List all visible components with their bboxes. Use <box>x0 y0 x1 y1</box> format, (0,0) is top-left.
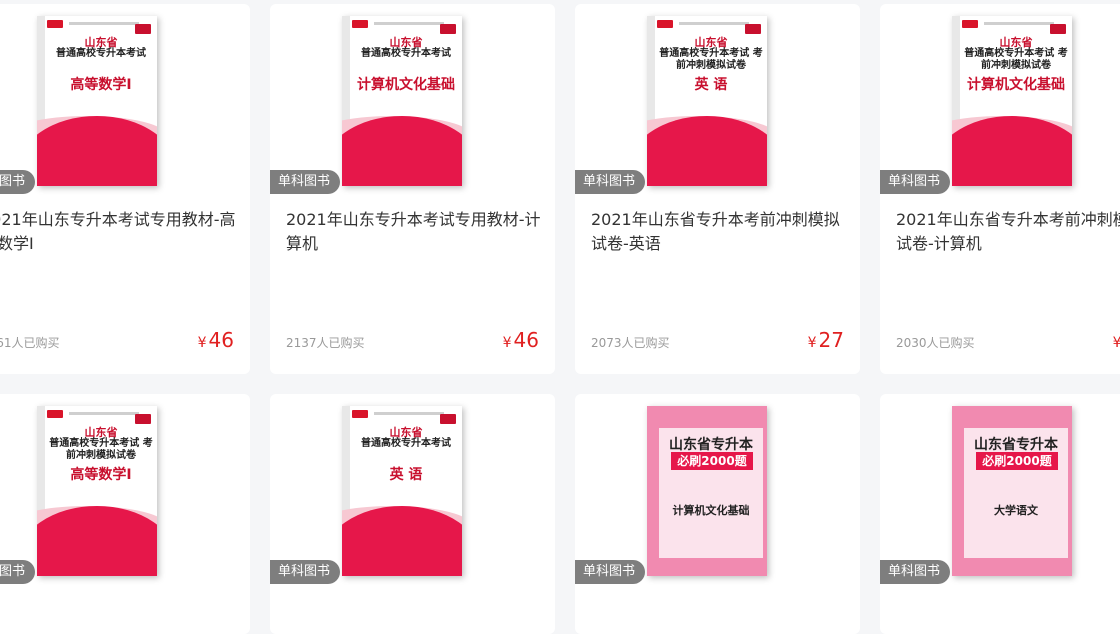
currency-symbol: ¥ <box>807 335 817 351</box>
currency-symbol: ¥ <box>502 335 512 351</box>
product-card[interactable]: 山东省 普通高校专升本考试 高等数学Ⅰ 单科图书 2021年山东专升本考试专用教… <box>0 4 250 374</box>
sales-count: 2137人已购买 <box>286 336 365 350</box>
book-cover-image: 山东省专升本 必刷2000题 大学语文 <box>952 406 1072 576</box>
category-badge: 单科图书 <box>880 170 951 194</box>
product-card[interactable]: 山东省专升本 必刷2000题 计算机文化基础 单科图书 <box>575 394 860 634</box>
category-badge: 单科图书 <box>270 560 341 584</box>
price-value: 46 <box>208 328 234 352</box>
product-cover[interactable]: 山东省 普通高校专升本考试 计算机文化基础 单科图书 <box>270 4 555 200</box>
cover-line-2: 普通高校专升本考试 <box>361 48 451 59</box>
product-title[interactable]: 2021年山东省专升本考前冲刺模拟试卷-英语 <box>591 208 846 256</box>
product-cover[interactable]: 山东省 普通高校专升本考试 考前冲刺模拟试卷 高等数学Ⅰ 单科图书 <box>0 394 250 590</box>
cover-line-3: 高等数学Ⅰ <box>70 77 132 93</box>
product-card[interactable]: 山东省 普通高校专升本考试 英 语 单科图书 <box>270 394 555 634</box>
cover-line-1: 山东省专升本 <box>974 437 1058 453</box>
book-cover-image: 山东省 普通高校专升本考试 英 语 <box>342 406 462 576</box>
product-cover[interactable]: 山东省专升本 必刷2000题 大学语文 单科图书 <box>880 394 1120 590</box>
book-cover-image: 山东省专升本 必刷2000题 计算机文化基础 <box>647 406 767 576</box>
cover-line-3: 英 语 <box>389 467 423 483</box>
cover-line-1: 山东省专升本 <box>669 437 753 453</box>
category-badge: 单科图书 <box>575 170 646 194</box>
product-cover[interactable]: 山东省 普通高校专升本考试 考前冲刺模拟试卷 计算机文化基础 单科图书 <box>880 4 1120 200</box>
cover-line-3: 计算机文化基础 <box>357 77 455 93</box>
product-card[interactable]: 山东省专升本 必刷2000题 大学语文 单科图书 <box>880 394 1120 634</box>
category-badge: 单科图书 <box>880 560 951 584</box>
cover-line-2: 普通高校专升本考试 考前冲刺模拟试卷 <box>659 48 763 71</box>
product-price: ¥27 <box>1113 328 1120 352</box>
sales-count: 2030人已购买 <box>896 336 975 350</box>
product-title[interactable]: 2021年山东专升本考试专用教材-计算机 <box>286 208 541 256</box>
currency-symbol: ¥ <box>197 335 207 351</box>
cover-line-3: 英 语 <box>694 77 728 93</box>
product-cover[interactable]: 山东省 普通高校专升本考试 英 语 单科图书 <box>270 394 555 590</box>
currency-symbol: ¥ <box>1112 335 1120 351</box>
product-card[interactable]: 山东省 普通高校专升本考试 考前冲刺模拟试卷 英 语 单科图书 2021年山东省… <box>575 4 860 374</box>
sales-count: 2073人已购买 <box>591 336 670 350</box>
category-badge: 单科图书 <box>0 560 36 584</box>
category-badge: 单科图书 <box>575 560 646 584</box>
price-value: 46 <box>513 328 539 352</box>
cover-line-3: 高等数学Ⅰ <box>70 467 132 483</box>
product-cover[interactable]: 山东省 普通高校专升本考试 考前冲刺模拟试卷 英 语 单科图书 <box>575 4 860 200</box>
product-title[interactable]: 2021年山东省专升本考前冲刺模拟试卷-计算机 <box>896 208 1120 256</box>
book-cover-image: 山东省 普通高校专升本考试 考前冲刺模拟试卷 英 语 <box>647 16 767 186</box>
book-cover-image: 山东省 普通高校专升本考试 计算机文化基础 <box>342 16 462 186</box>
cover-line-2: 普通高校专升本考试 考前冲刺模拟试卷 <box>964 48 1068 71</box>
cover-line-2: 必刷2000题 <box>671 452 753 470</box>
product-cover[interactable]: 山东省 普通高校专升本考试 高等数学Ⅰ 单科图书 <box>0 4 250 200</box>
cover-line-2: 普通高校专升本考试 <box>56 48 146 59</box>
product-cover[interactable]: 山东省专升本 必刷2000题 计算机文化基础 单科图书 <box>575 394 860 590</box>
cover-line-2: 必刷2000题 <box>976 452 1058 470</box>
product-price: ¥27 <box>808 328 844 352</box>
cover-line-3: 计算机文化基础 <box>672 504 750 517</box>
book-cover-image: 山东省 普通高校专升本考试 考前冲刺模拟试卷 计算机文化基础 <box>952 16 1072 186</box>
price-value: 27 <box>818 328 844 352</box>
book-cover-image: 山东省 普通高校专升本考试 考前冲刺模拟试卷 高等数学Ⅰ <box>37 406 157 576</box>
cover-line-2: 普通高校专升本考试 考前冲刺模拟试卷 <box>49 438 153 461</box>
product-card[interactable]: 山东省 普通高校专升本考试 考前冲刺模拟试卷 高等数学Ⅰ 单科图书 <box>0 394 250 634</box>
product-card[interactable]: 山东省 普通高校专升本考试 考前冲刺模拟试卷 计算机文化基础 单科图书 2021… <box>880 4 1120 374</box>
sales-count: 2361人已购买 <box>0 336 60 350</box>
product-title[interactable]: 2021年山东专升本考试专用教材-高等数学Ⅰ <box>0 208 236 256</box>
product-price: ¥46 <box>198 328 234 352</box>
cover-line-3: 计算机文化基础 <box>967 77 1065 93</box>
cover-line-3: 大学语文 <box>994 504 1038 517</box>
category-badge: 单科图书 <box>270 170 341 194</box>
category-badge: 单科图书 <box>0 170 36 194</box>
book-cover-image: 山东省 普通高校专升本考试 高等数学Ⅰ <box>37 16 157 186</box>
product-card[interactable]: 山东省 普通高校专升本考试 计算机文化基础 单科图书 2021年山东专升本考试专… <box>270 4 555 374</box>
cover-line-2: 普通高校专升本考试 <box>361 438 451 449</box>
product-price: ¥46 <box>503 328 539 352</box>
